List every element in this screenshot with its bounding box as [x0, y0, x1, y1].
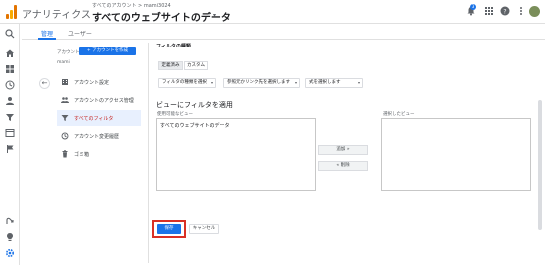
account-label: アカウント: [57, 50, 80, 55]
menu-item-label: アカウント変更履歴: [74, 134, 120, 140]
realtime-icon[interactable]: [4, 80, 16, 92]
search-icon[interactable]: [4, 29, 16, 41]
conversions-icon[interactable]: [4, 144, 16, 156]
app-title: アナリティクス: [22, 10, 91, 21]
acquisition-icon[interactable]: [4, 112, 16, 124]
left-nav: [0, 24, 20, 265]
available-views-list[interactable]: すべてのウェブサイトのデータ: [156, 118, 316, 191]
admin-gear-icon[interactable]: [4, 248, 16, 260]
top-bar: アナリティクス すべてのアカウント > mami3024 すべてのウェブサイトの…: [0, 0, 545, 24]
menu-item-access-management[interactable]: アカウントのアクセス管理: [57, 92, 141, 108]
admin-tabs: 管理 ユーザー: [22, 24, 545, 40]
add-view-button[interactable]: 追加 »: [318, 145, 368, 155]
menu-item-trash[interactable]: ゴミ箱: [57, 146, 141, 162]
menu-item-label: アカウント設定: [74, 80, 110, 86]
predefined-button[interactable]: 定義済み: [158, 61, 183, 70]
avatar[interactable]: [529, 6, 540, 17]
remove-view-button[interactable]: « 削除: [318, 161, 368, 171]
notification-badge: 3: [470, 4, 476, 10]
selected-views-list[interactable]: [381, 118, 531, 191]
save-button[interactable]: 保存: [157, 224, 181, 234]
behavior-icon[interactable]: [4, 128, 16, 140]
menu-item-label: ゴミ箱: [74, 152, 90, 158]
source-destination-select[interactable]: 参照元かリンク先を選択します ▾: [223, 78, 300, 88]
chevron-down-icon: ▾: [357, 80, 360, 85]
chevron-down-icon: ▾: [210, 80, 213, 85]
home-icon[interactable]: [4, 48, 16, 60]
apply-to-views-title: ビューにフィルタを適用: [156, 101, 233, 109]
breadcrumb[interactable]: すべてのアカウント > mami3024: [92, 2, 171, 9]
history-icon: [61, 132, 69, 140]
audience-icon[interactable]: [4, 96, 16, 108]
back-arrow-icon[interactable]: ←: [39, 78, 50, 89]
menu-item-change-history[interactable]: アカウント変更履歴: [57, 128, 141, 144]
apps-icon[interactable]: [484, 6, 494, 16]
account-selector[interactable]: mami: [57, 60, 70, 65]
menu-item-account-settings[interactable]: アカウント設定: [57, 74, 141, 90]
discover-icon[interactable]: [4, 232, 16, 244]
menu-item-label: アカウントのアクセス管理: [74, 98, 134, 104]
tab-active-indicator: [38, 38, 56, 40]
menu-item-label: すべてのフィルタ: [74, 116, 114, 122]
create-account-button[interactable]: + アカウントを作成: [79, 47, 136, 55]
tab-user[interactable]: ユーザー: [68, 29, 92, 38]
attribution-icon[interactable]: [4, 216, 16, 228]
available-views-label: 使用可能なビュー: [157, 112, 193, 117]
view-dropdown-icon[interactable]: ▾: [213, 12, 216, 19]
filter-type-heading: フィルタの種類: [156, 44, 191, 47]
help-icon[interactable]: ?: [500, 6, 510, 16]
building-icon: [61, 78, 69, 86]
trash-icon: [61, 150, 69, 158]
custom-button[interactable]: カスタム: [184, 61, 208, 70]
vertical-scrollbar[interactable]: [538, 100, 542, 230]
list-item[interactable]: すべてのウェブサイトのデータ: [160, 122, 229, 129]
source-destination-select-value: 参照元かリンク先を選択します: [227, 80, 290, 85]
people-icon: [61, 96, 69, 104]
expression-select[interactable]: 式を選択します ▾: [305, 78, 363, 88]
selected-views-label: 選択したビュー: [383, 112, 415, 117]
view-selector[interactable]: すべてのウェブサイトのデータ: [92, 9, 231, 24]
filter-type-select[interactable]: フィルタの種類を選択 ▾: [158, 78, 216, 88]
cancel-button[interactable]: キャンセル: [189, 224, 219, 234]
expression-select-value: 式を選択します: [309, 80, 341, 85]
analytics-logo[interactable]: [6, 5, 18, 19]
filter-type-select-value: フィルタの種類を選択: [162, 80, 207, 85]
chevron-down-icon: ▾: [294, 80, 297, 85]
more-vert-icon[interactable]: [516, 6, 526, 16]
filter-icon: [61, 114, 69, 122]
tab-admin[interactable]: 管理: [41, 29, 53, 38]
svg-text:?: ?: [503, 9, 506, 16]
menu-item-all-filters[interactable]: すべてのフィルタ: [57, 110, 141, 126]
customization-icon[interactable]: [4, 64, 16, 76]
